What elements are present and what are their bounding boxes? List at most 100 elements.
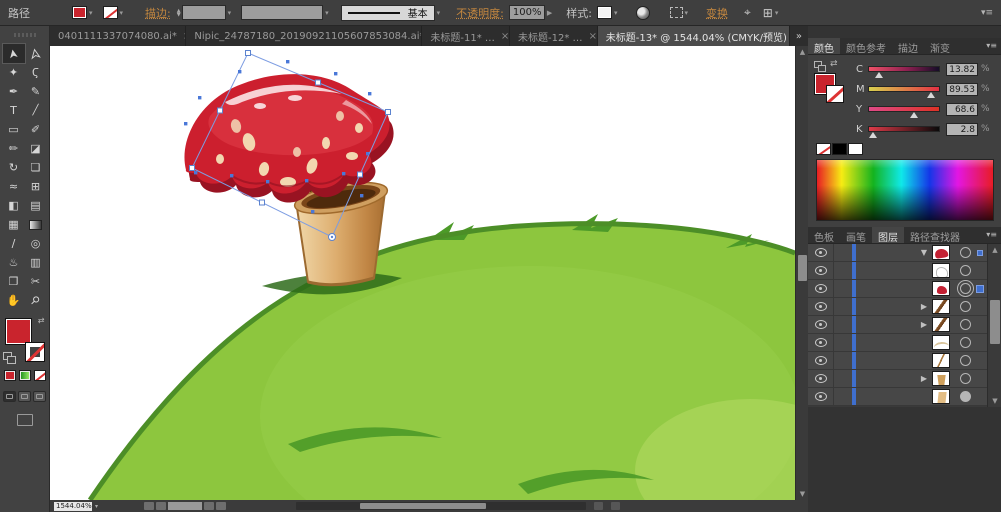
tool-mesh-tool[interactable]: ▦ xyxy=(3,215,25,234)
layer-thumbnail[interactable] xyxy=(932,353,950,368)
draw-normal-button[interactable] xyxy=(3,391,16,402)
color-tab-0[interactable]: 颜色 xyxy=(808,38,840,54)
color-mode-button[interactable] xyxy=(4,370,16,381)
scroll-up-icon[interactable]: ▲ xyxy=(988,246,1001,254)
style-swatch-control[interactable]: ▾ xyxy=(597,6,618,19)
layer-row-1[interactable] xyxy=(808,262,987,280)
draw-behind-button[interactable] xyxy=(18,391,31,402)
gradient-mode-button[interactable] xyxy=(19,370,31,381)
layer-thumbnail[interactable] xyxy=(932,263,950,278)
target-circle[interactable] xyxy=(960,247,971,258)
selection-indicator[interactable] xyxy=(976,285,984,293)
isolate-object-icon[interactable]: ⌖ xyxy=(744,5,751,20)
stroke-color-control[interactable]: ▾ xyxy=(103,6,124,19)
recolor-artwork-icon[interactable] xyxy=(636,6,650,20)
tool-puppet-warp-tool[interactable]: ⊞ xyxy=(25,177,47,196)
tool-curvature-tool[interactable]: ✎ xyxy=(25,82,47,101)
tool-symbol-sprayer-tool[interactable]: ♨ xyxy=(3,253,25,272)
visibility-toggle[interactable] xyxy=(808,298,834,315)
fill-color-swatch[interactable] xyxy=(72,6,87,19)
none-mode-button[interactable] xyxy=(34,370,46,381)
tool-type-tool[interactable]: T xyxy=(3,101,25,120)
tool-column-graph-tool[interactable]: ▥ xyxy=(25,253,47,272)
chevron-down-icon[interactable]: ▾ xyxy=(685,9,689,17)
expand-triangle-icon[interactable]: ▶ xyxy=(918,302,930,311)
visibility-toggle[interactable] xyxy=(808,334,834,351)
color-spectrum-bar[interactable] xyxy=(816,159,994,221)
fill-swatch[interactable] xyxy=(5,318,32,345)
fill-color-control[interactable]: ▾ xyxy=(72,6,93,19)
tab-overflow-icon[interactable]: » xyxy=(790,26,808,46)
tool-zoom-tool[interactable]: ⚲ xyxy=(25,291,47,310)
layer-thumbnail[interactable] xyxy=(932,389,950,404)
v-scroll-thumb[interactable] xyxy=(798,255,807,281)
document-tab-0[interactable]: 0401111337074080.ai*× xyxy=(50,26,186,46)
tab-close-icon[interactable]: × xyxy=(589,31,597,42)
tool-direct-selection-tool[interactable]: ➤ xyxy=(25,44,47,63)
document-tab-1[interactable]: Nipic_24787180_20190921105607853084.ai*× xyxy=(186,26,422,46)
variable-width-profile-field[interactable] xyxy=(241,5,323,20)
tool-slice-tool[interactable]: ✂ xyxy=(25,272,47,291)
layer-row-6[interactable] xyxy=(808,352,987,370)
chevron-down-icon[interactable]: ▾ xyxy=(228,9,232,17)
slider-track-M[interactable] xyxy=(868,86,940,92)
slider-thumb[interactable] xyxy=(927,92,935,98)
brush-definition-control[interactable]: 基本 xyxy=(341,5,435,21)
target-circle[interactable] xyxy=(960,391,971,402)
layer-thumbnail[interactable] xyxy=(932,299,950,314)
layers-panel-menu-icon[interactable]: ▾≡ xyxy=(982,227,1001,243)
layer-row-0[interactable]: ▼ xyxy=(808,244,987,262)
status-bar-button[interactable] xyxy=(594,502,603,510)
tool-free-transform-tool[interactable]: ❏ xyxy=(25,158,47,177)
selection-indicator[interactable] xyxy=(977,250,983,256)
last-artboard-button[interactable] xyxy=(216,502,226,510)
green-hill[interactable] xyxy=(90,214,795,500)
slider-track-Y[interactable] xyxy=(868,106,940,112)
style-swatch[interactable] xyxy=(597,6,612,19)
layer-thumbnail[interactable] xyxy=(932,371,950,386)
tool-artboard-tool[interactable]: ❐ xyxy=(3,272,25,291)
slider-value-field[interactable]: 89.53 xyxy=(946,83,978,96)
select-similar-control[interactable]: ▾ xyxy=(670,7,689,18)
color-tab-1[interactable]: 颜色参考 xyxy=(840,38,892,54)
first-artboard-button[interactable] xyxy=(144,502,154,510)
tool-shape-builder-tool[interactable]: ◧ xyxy=(3,196,25,215)
visibility-toggle[interactable] xyxy=(808,388,834,405)
document-tab-2[interactable]: 未标题-11* …× xyxy=(422,26,510,46)
status-bar-button[interactable] xyxy=(611,502,620,510)
layer-row-7[interactable]: ▶ xyxy=(808,370,987,388)
slider-track-K[interactable] xyxy=(868,126,940,132)
zoom-level-field[interactable]: 1544.04% xyxy=(54,502,92,511)
tool-eyedropper-tool[interactable]: ∕ xyxy=(3,234,25,253)
swap-fill-stroke-icon[interactable]: ⇄ xyxy=(38,316,45,325)
next-artboard-button[interactable] xyxy=(204,502,214,510)
layers-tab-2[interactable]: 图层 xyxy=(872,227,904,243)
color-tab-3[interactable]: 渐变 xyxy=(924,38,956,54)
align-control[interactable]: ⊞ ▾ xyxy=(763,6,779,20)
stroke-panel-link[interactable]: 描边: xyxy=(145,5,171,21)
tool-line-segment-tool[interactable]: ╱ xyxy=(25,101,47,120)
slider-thumb[interactable] xyxy=(875,72,883,78)
chevron-down-icon[interactable]: ▾ xyxy=(120,9,124,17)
slider-thumb[interactable] xyxy=(869,132,877,138)
color-tab-2[interactable]: 描边 xyxy=(892,38,924,54)
tool-rectangle-tool[interactable]: ▭ xyxy=(3,120,25,139)
layers-scrollbar[interactable]: ▲ ▼ xyxy=(987,244,1001,407)
stroke-weight-field[interactable] xyxy=(182,5,226,20)
color-panel-menu-icon[interactable]: ▾≡ xyxy=(982,38,1001,54)
stroke-color-swatch[interactable] xyxy=(103,6,118,19)
opacity-field[interactable]: 100% xyxy=(509,5,545,20)
layer-row-5[interactable] xyxy=(808,334,987,352)
target-circle[interactable] xyxy=(960,265,971,276)
layer-thumbnail[interactable] xyxy=(932,335,950,350)
visibility-toggle[interactable] xyxy=(808,316,834,333)
chevron-down-icon[interactable]: ▾ xyxy=(775,9,779,17)
chevron-down-icon[interactable]: ▾ xyxy=(325,9,329,17)
target-circle[interactable] xyxy=(960,283,971,294)
visibility-toggle[interactable] xyxy=(808,262,834,279)
visibility-toggle[interactable] xyxy=(808,280,834,297)
tool-perspective-grid-tool[interactable]: ▤ xyxy=(25,196,47,215)
white-swatch[interactable] xyxy=(848,143,863,155)
chevron-right-icon[interactable]: ▶ xyxy=(547,9,552,17)
expand-triangle-icon[interactable]: ▶ xyxy=(918,374,930,383)
